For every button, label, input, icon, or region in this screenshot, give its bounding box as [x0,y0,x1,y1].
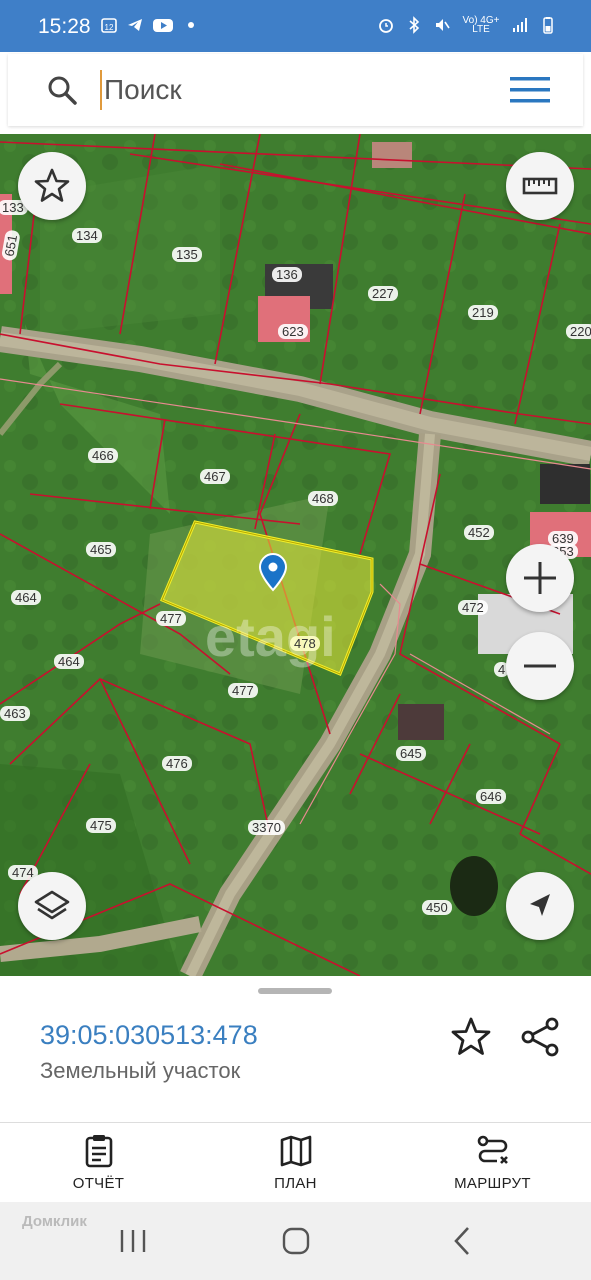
plot-label: 464 [11,590,41,605]
plot-label: 136 [272,267,302,282]
report-action[interactable]: ОТЧЁТ [0,1123,197,1202]
layers-icon [34,890,70,920]
navigation-arrow-icon [530,894,550,916]
telegram-icon [128,19,142,31]
plot-label: 646 [476,789,506,804]
my-location-button[interactable] [506,872,574,940]
favorite-star-icon[interactable] [448,1014,494,1060]
plot-label: 478 [290,636,320,651]
map-view[interactable]: etagi 133 651 134 135 136 623 227 219 22… [0,134,591,976]
sheet-drag-handle[interactable] [258,988,332,994]
plot-label: 623 [278,324,308,339]
plot-label: 463 [0,706,30,721]
search-bar [8,54,583,126]
recent-apps-icon[interactable] [116,1224,150,1258]
menu-icon[interactable] [510,76,550,104]
plot-label: 220 [566,324,591,339]
youtube-icon [153,19,173,32]
network-label: Vo) 4G+ LTE [462,15,500,35]
battery-icon [543,17,553,34]
plus-icon [524,562,556,594]
star-icon [34,168,70,202]
search-input[interactable] [100,70,480,110]
action-bar: ОТЧЁТ ПЛАН МАРШРУТ [0,1122,591,1202]
layers-button[interactable] [18,872,86,940]
plot-label: 475 [86,818,116,833]
status-system-icons: Vo) 4G+ LTE [377,15,557,35]
plan-action[interactable]: ПЛАН [197,1123,394,1202]
alarm-icon [379,19,393,33]
plot-label: 464 [54,654,84,669]
plot-label: 466 [88,448,118,463]
svg-text:12: 12 [105,23,114,32]
calendar-icon: 12 [101,18,117,33]
search-header [0,52,591,134]
share-icon[interactable] [518,1014,564,1060]
system-nav-bar [0,1202,591,1280]
plot-label: 468 [308,491,338,506]
signal-icon [513,18,527,32]
back-icon[interactable] [446,1224,480,1258]
route-action[interactable]: МАРШРУТ [394,1123,591,1202]
object-info-sheet: 39:05:030513:478 Земельный участок [0,976,591,1122]
plot-label: 467 [200,469,230,484]
dot-icon [188,22,194,28]
plot-label: 477 [228,683,258,698]
plot-label: 219 [468,305,498,320]
clipboard-icon [85,1135,112,1168]
favorite-button[interactable] [18,152,86,220]
plan-label: ПЛАН [274,1175,317,1192]
plot-label: 227 [368,286,398,301]
status-time: 15:28 [38,15,91,38]
object-type: Земельный участок [40,1058,241,1083]
plot-label: 477 [156,611,186,626]
plot-label: 472 [458,600,488,615]
zoom-in-button[interactable] [506,544,574,612]
mute-icon [436,19,450,31]
plot-label: 135 [172,247,202,262]
cadastral-number: 39:05:030513:478 [40,1020,258,1050]
route-icon [477,1135,508,1164]
plot-label: 476 [162,756,192,771]
minus-icon [524,664,556,668]
plot-label: 450 [422,900,452,915]
report-label: ОТЧЁТ [72,1175,125,1192]
home-icon[interactable] [279,1224,313,1258]
zoom-out-button[interactable] [506,632,574,700]
ruler-button[interactable] [506,152,574,220]
status-notifications: 12 [100,16,200,34]
route-label: МАРШРУТ [454,1175,531,1192]
map-icon [280,1135,311,1167]
ruler-icon [522,177,558,195]
plot-label: 645 [396,746,426,761]
status-bar: 15:28 12 Vo) 4G+ LTE [0,0,591,52]
bluetooth-icon [409,16,420,34]
plot-label: 3370 [248,820,285,835]
search-icon[interactable] [46,74,78,106]
plot-label: 452 [464,525,494,540]
plot-label: 465 [86,542,116,557]
domclick-watermark: Домклик [22,1213,87,1230]
plot-label: 134 [72,228,102,243]
